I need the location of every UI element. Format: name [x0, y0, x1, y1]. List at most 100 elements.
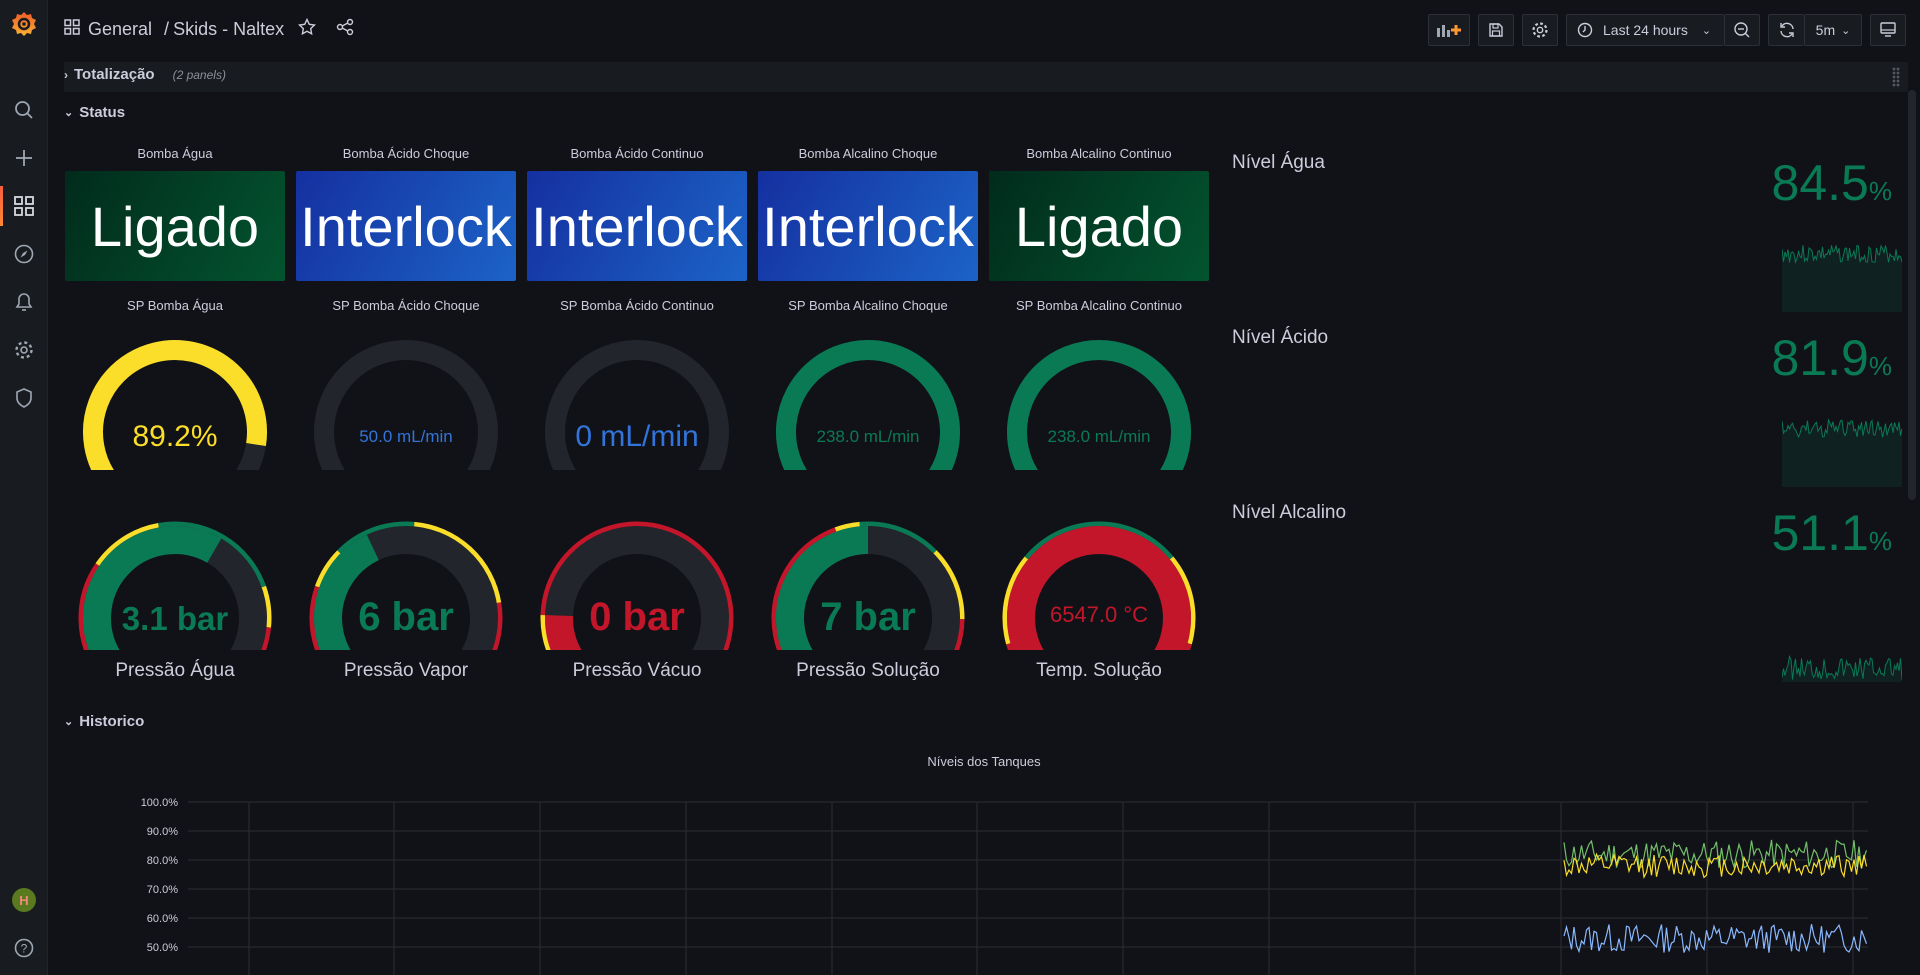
monitor-icon: [1880, 22, 1896, 37]
setpoint-panel-title: SP Bomba Alcalino Choque: [788, 298, 948, 313]
pump-status-stat[interactable]: Interlock: [296, 171, 516, 281]
pump-status-stat[interactable]: Ligado: [989, 171, 1209, 281]
plus-icon[interactable]: [0, 138, 48, 178]
time-range-picker[interactable]: Last 24 hours ⌄: [1566, 14, 1724, 46]
level-number: 84.5: [1771, 155, 1869, 211]
time-range-label: Last 24 hours: [1603, 22, 1688, 38]
row-totalizacao[interactable]: [64, 62, 1908, 92]
refresh-interval-picker[interactable]: 5m ⌄: [1804, 14, 1862, 46]
level-unit: %: [1868, 176, 1892, 206]
level-stat-value: 84.5%: [1772, 154, 1892, 212]
bell-icon[interactable]: [0, 282, 48, 322]
search-icon[interactable]: [0, 90, 48, 130]
setpoint-gauge[interactable]: 50.0 mL/min: [296, 330, 516, 470]
gauge-value: 89.2%: [132, 420, 217, 453]
pump-status-stat[interactable]: Ligado: [65, 171, 285, 281]
zoom-out-button[interactable]: [1724, 14, 1760, 46]
level-sparkline: [1782, 244, 1902, 312]
breadcrumb: General / Skids - Naltex: [64, 17, 354, 41]
dashboard-settings-button[interactable]: [1522, 14, 1558, 46]
pump-status-value: Interlock: [762, 194, 974, 258]
user-avatar[interactable]: H: [0, 880, 48, 920]
add-panel-button[interactable]: [1428, 14, 1470, 46]
row-panel-count: (2 panels): [172, 67, 226, 82]
gear-icon: [1532, 22, 1548, 38]
help-icon[interactable]: ?: [0, 928, 48, 968]
setpoint-gauge[interactable]: 89.2%: [65, 330, 285, 470]
gauge-value: 6547.0 °C: [1050, 602, 1148, 627]
pressure-gauge[interactable]: 7 bar: [758, 500, 978, 650]
setpoint-panel-title: SP Bomba Alcalino Continuo: [1016, 298, 1182, 313]
row-drag-handle[interactable]: [1892, 67, 1900, 87]
row-status-header[interactable]: ⌄ Status: [64, 104, 125, 121]
pressure-gauge[interactable]: 6547.0 °C: [989, 500, 1209, 650]
refresh-button[interactable]: [1768, 14, 1804, 46]
pressure-gauge-label: Pressão Solução: [796, 660, 940, 681]
tank-levels-chart[interactable]: 100.0% 90.0% 80.0% 70.0% 60.0% 50.0%: [64, 740, 1884, 975]
pump-status-value: Ligado: [90, 194, 260, 258]
row-title: Totalização: [74, 66, 155, 83]
setpoint-gauge[interactable]: 238.0 mL/min: [989, 330, 1209, 470]
setpoint-gauge[interactable]: 238.0 mL/min: [758, 330, 978, 470]
save-dashboard-button[interactable]: [1478, 14, 1514, 46]
level-number: 81.9: [1771, 330, 1869, 386]
star-icon[interactable]: [298, 17, 317, 41]
row-totalizacao-header[interactable]: › Totalização (2 panels): [64, 66, 226, 83]
level-number: 51.1: [1771, 505, 1869, 561]
save-icon: [1489, 23, 1503, 37]
gauge-value: 50.0 mL/min: [359, 427, 453, 446]
pump-status-stat[interactable]: Interlock: [758, 171, 978, 281]
gauge-value: 0 bar: [589, 595, 685, 639]
level-panel-title: Nível Água: [1232, 152, 1325, 173]
breadcrumb-separator: /: [164, 19, 170, 39]
chevron-down-icon: ⌄: [64, 716, 74, 728]
tank-levels-chart-panel: Níveis dos Tanques 100.0% 90.0% 80.0% 70.0%…: [64, 740, 1884, 975]
series-line: [1563, 923, 1868, 954]
pressure-gauge-label: Pressão Vácuo: [572, 660, 702, 681]
setpoint-panel-title: SP Bomba Água: [127, 298, 223, 313]
gauge-value: 0 mL/min: [575, 420, 698, 453]
pressure-gauge[interactable]: 0 bar: [527, 500, 747, 650]
series-line: [1563, 852, 1868, 880]
gauge-value: 238.0 mL/min: [817, 427, 920, 446]
dashboard-title[interactable]: Skids - Naltex: [173, 19, 284, 40]
pressure-gauge[interactable]: 3.1 bar: [65, 500, 285, 650]
gear-icon[interactable]: [0, 330, 48, 370]
clock-icon: [1577, 22, 1593, 38]
chevron-down-icon: ⌄: [64, 107, 74, 119]
y-tick-label: 80.0%: [147, 855, 178, 867]
shield-icon[interactable]: [0, 378, 48, 418]
svg-text:?: ?: [21, 942, 28, 956]
gauge-value: 3.1 bar: [122, 600, 229, 637]
chevron-right-icon: ›: [64, 67, 68, 82]
page-scrollbar[interactable]: [1908, 90, 1916, 500]
setpoint-panel-title: SP Bomba Ácido Continuo: [560, 298, 714, 313]
series-line: [1563, 839, 1868, 870]
dashboards-icon[interactable]: [0, 186, 48, 226]
pressure-gauge-label: Temp. Solução: [1036, 660, 1162, 681]
zoom-out-icon: [1734, 22, 1750, 38]
gauge-value: 6 bar: [358, 595, 454, 639]
refresh-interval-label: 5m: [1815, 22, 1836, 38]
y-tick-label: 60.0%: [147, 913, 178, 925]
setpoint-gauge[interactable]: 0 mL/min: [527, 330, 747, 470]
gauge-fill: [776, 340, 960, 470]
pump-status-stat[interactable]: Interlock: [527, 171, 747, 281]
share-icon[interactable]: [336, 18, 354, 41]
level-panel-title: Nível Alcalino: [1232, 502, 1347, 523]
level-unit: %: [1868, 526, 1892, 556]
row-historico-header[interactable]: ⌄ Historico: [64, 713, 144, 730]
level-stat-value: 51.1%: [1772, 504, 1892, 562]
row-title: Status: [79, 104, 126, 121]
breadcrumb-folder[interactable]: General: [88, 19, 152, 40]
pump-status-value: Interlock: [531, 194, 743, 258]
pressure-gauge[interactable]: 6 bar: [296, 500, 516, 650]
grafana-logo-icon[interactable]: [0, 4, 48, 44]
gauge-value: 238.0 mL/min: [1048, 427, 1151, 446]
compass-icon[interactable]: [0, 234, 48, 274]
gauge-value: 7 bar: [820, 595, 916, 639]
tv-mode-button[interactable]: [1870, 14, 1906, 46]
pump-panel-title: Bomba Água: [137, 146, 213, 161]
pressure-gauge-label: Pressão Vapor: [343, 660, 469, 681]
pressure-gauge-label: Pressão Água: [115, 660, 235, 681]
